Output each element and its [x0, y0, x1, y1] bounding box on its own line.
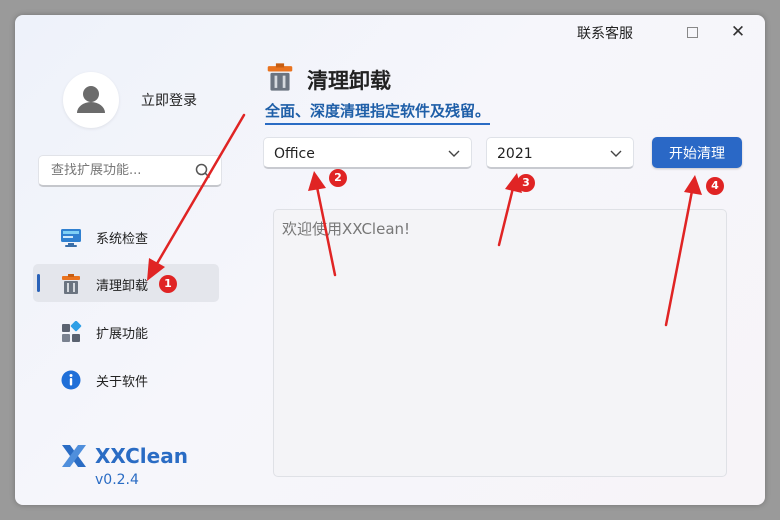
annotation-arrows — [147, 113, 702, 327]
annotation-arrow-4 — [664, 175, 702, 327]
annotation-badge-3: 3 — [517, 174, 535, 192]
annotation-arrow-2 — [308, 171, 337, 277]
annotation-badge-1: 1 — [159, 275, 177, 293]
annotation-arrow-1 — [147, 113, 246, 281]
annotation-badge-2: 2 — [329, 169, 347, 187]
app-window: 联系客服 ✕ 立即登录 系统检查 — [15, 15, 765, 505]
annotation-badge-4: 4 — [706, 177, 724, 195]
